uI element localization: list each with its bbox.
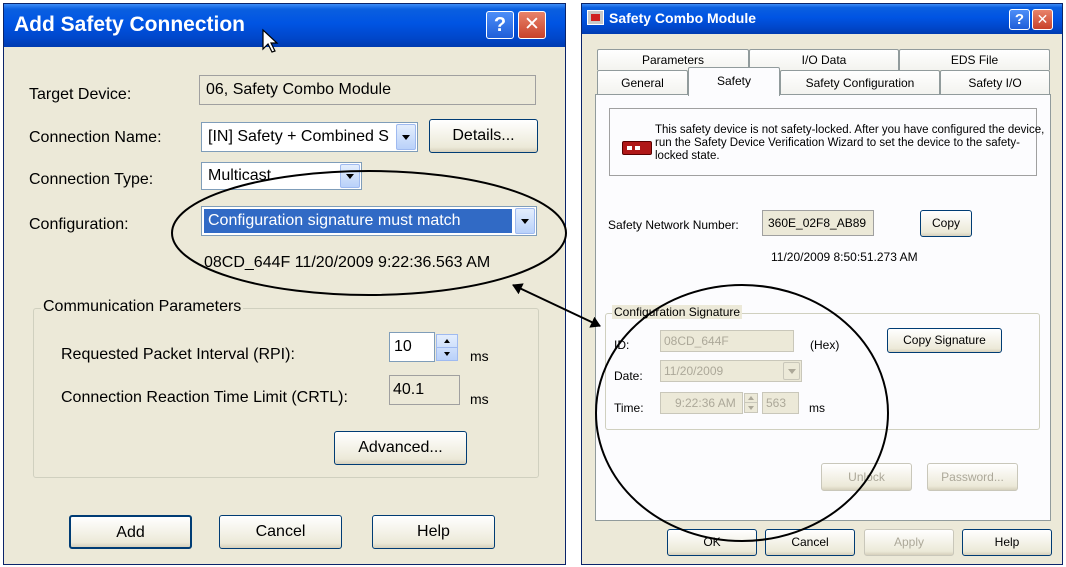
rpi-stepper[interactable] xyxy=(436,334,458,361)
rpi-label: Requested Packet Interval (RPI): xyxy=(61,346,295,363)
add-button[interactable]: Add xyxy=(69,515,192,549)
crtl-unit: ms xyxy=(470,391,489,407)
rpi-input[interactable]: 10 xyxy=(389,332,435,362)
configuration-label: Configuration: xyxy=(29,216,129,233)
copy-button[interactable]: Copy xyxy=(920,210,972,237)
safety-tab-panel: This safety device is not safety-locked.… xyxy=(595,94,1051,521)
crtl-field: 40.1 xyxy=(389,375,460,405)
time-label: Time: xyxy=(614,401,644,415)
safety-lock-text: This safety device is not safety-locked.… xyxy=(655,124,1045,162)
target-device-field: 06, Safety Combo Module xyxy=(199,75,536,105)
help-icon[interactable]: ? xyxy=(486,11,514,39)
add-dialog-titlebar[interactable]: Add Safety Connection ? ✕ xyxy=(4,4,565,47)
safety-combo-module-dialog: Safety Combo Module ? ✕ Parameters I/O D… xyxy=(581,3,1063,565)
snn-label: Safety Network Number: xyxy=(608,218,739,232)
id-field: 08CD_644F xyxy=(660,330,794,352)
connection-name-dropdown[interactable]: [IN] Safety + Combined S xyxy=(201,122,418,152)
apply-button: Apply xyxy=(864,529,954,556)
tab-general[interactable]: General xyxy=(597,70,688,94)
milliseconds-field: 563 xyxy=(762,392,799,414)
add-dialog-title: Add Safety Connection xyxy=(14,13,246,36)
add-safety-connection-dialog: Add Safety Connection ? ✕ Target Device:… xyxy=(3,3,566,565)
module-dialog-titlebar[interactable]: Safety Combo Module ? ✕ xyxy=(582,4,1062,34)
cancel-button[interactable]: Cancel xyxy=(765,529,855,556)
close-icon[interactable]: ✕ xyxy=(518,11,546,39)
connection-name-label: Connection Name: xyxy=(29,129,162,146)
configuration-dropdown[interactable]: Configuration signature must match xyxy=(201,206,537,236)
configuration-value: Configuration signature must match xyxy=(204,209,512,233)
tab-safety-io[interactable]: Safety I/O xyxy=(940,70,1050,94)
communication-parameters-title: Communication Parameters xyxy=(41,298,244,316)
time-stepper xyxy=(744,393,758,413)
connection-type-label: Connection Type: xyxy=(29,171,154,188)
spin-up-icon xyxy=(745,394,757,403)
crtl-label: Connection Reaction Time Limit (CRTL): xyxy=(61,389,348,406)
safety-lock-notice: This safety device is not safety-locked.… xyxy=(609,108,1044,176)
ok-button[interactable]: OK xyxy=(667,529,757,556)
snn-timestamp: 11/20/2009 8:50:51.273 AM xyxy=(771,250,918,264)
target-device-label: Target Device: xyxy=(29,86,132,103)
spin-down-icon xyxy=(745,403,757,412)
close-icon[interactable]: ✕ xyxy=(1032,9,1053,30)
chevron-down-icon[interactable] xyxy=(396,124,416,150)
milliseconds-unit: ms xyxy=(809,401,825,415)
id-label: ID: xyxy=(614,338,630,352)
configuration-signature-title: Configuration Signature xyxy=(612,305,743,319)
module-app-icon xyxy=(587,10,604,25)
chevron-down-icon xyxy=(783,362,800,380)
module-dialog-title: Safety Combo Module xyxy=(609,10,757,26)
date-value: 11/20/2009 xyxy=(664,364,724,378)
hex-label: (Hex) xyxy=(810,338,840,352)
copy-signature-button[interactable]: Copy Signature xyxy=(887,328,1002,353)
password-button: Password... xyxy=(927,463,1018,491)
tab-safety[interactable]: Safety xyxy=(688,67,780,96)
connection-type-dropdown[interactable]: Multicast xyxy=(201,162,362,190)
cancel-button[interactable]: Cancel xyxy=(219,515,342,549)
tab-safety-configuration[interactable]: Safety Configuration xyxy=(780,70,940,94)
help-button[interactable]: Help xyxy=(372,515,495,549)
signature-text: 08CD_644F 11/20/2009 9:22:36.563 AM xyxy=(204,254,491,271)
help-button[interactable]: Help xyxy=(962,529,1052,556)
rpi-unit: ms xyxy=(470,348,489,364)
spin-down-icon[interactable] xyxy=(437,348,457,361)
connection-name-value: [IN] Safety + Combined S xyxy=(208,128,389,145)
chevron-down-icon[interactable] xyxy=(515,208,535,234)
snn-field: 360E_02F8_AB89 xyxy=(762,210,874,236)
time-field: 9:22:36 AM xyxy=(660,392,743,414)
spin-up-icon[interactable] xyxy=(437,335,457,348)
chevron-down-icon[interactable] xyxy=(340,164,360,188)
safety-device-icon xyxy=(622,141,652,155)
date-label: Date: xyxy=(614,369,643,383)
help-icon[interactable]: ? xyxy=(1009,9,1030,30)
details-button[interactable]: Details... xyxy=(429,119,538,153)
advanced-button[interactable]: Advanced... xyxy=(334,431,467,465)
connection-type-value: Multicast xyxy=(208,167,272,184)
tab-eds-file[interactable]: EDS File xyxy=(899,49,1050,70)
date-dropdown: 11/20/2009 xyxy=(660,360,802,382)
unlock-button: Unlock xyxy=(821,463,912,491)
